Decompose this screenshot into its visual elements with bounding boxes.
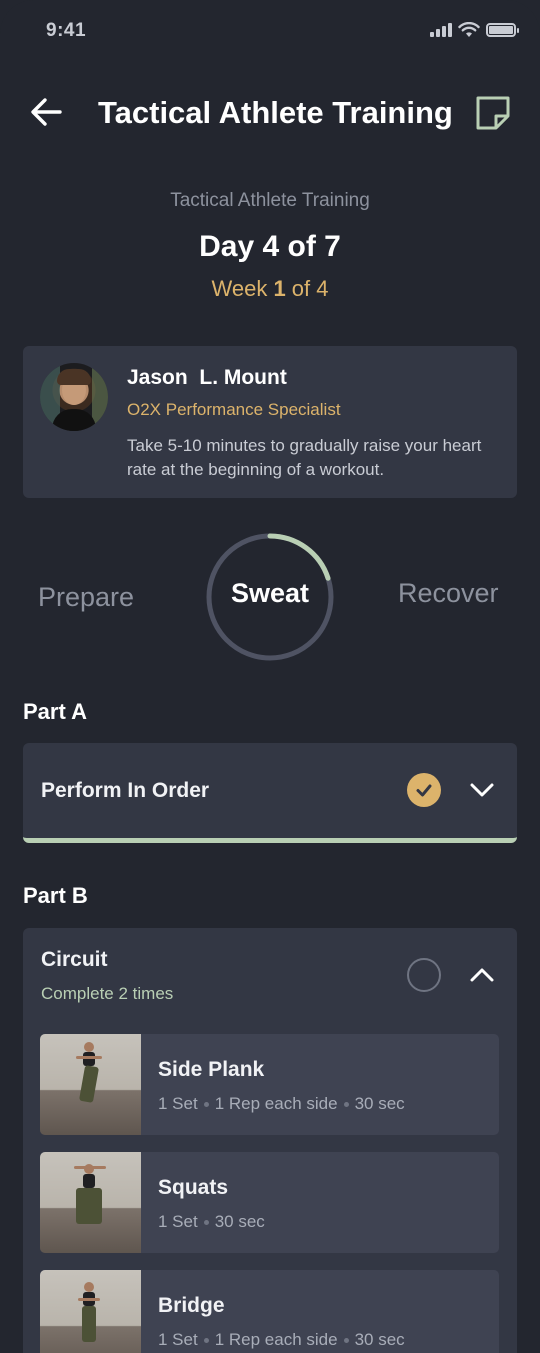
notes-button[interactable] xyxy=(474,94,512,132)
back-button[interactable] xyxy=(28,94,64,130)
circuit-block: Circuit Complete 2 times Side Plank 1 Se… xyxy=(23,928,517,1353)
coach-tip: Take 5-10 minutes to gradually raise you… xyxy=(127,436,482,479)
coach-role: O2X Performance Specialist xyxy=(127,400,341,419)
exercise-thumbnail xyxy=(40,1034,141,1135)
exercise-name: Squats xyxy=(158,1176,229,1199)
completed-check-icon xyxy=(407,773,441,807)
battery-icon xyxy=(486,23,519,37)
coach-avatar xyxy=(40,363,108,431)
part-a-heading: Part A xyxy=(23,699,87,724)
page-title: Tactical Athlete Training xyxy=(98,95,453,130)
block-subtitle: Complete 2 times xyxy=(41,984,174,1003)
week-suffix: of 4 xyxy=(285,276,329,301)
phase-sweat[interactable]: Sweat xyxy=(205,578,335,609)
exercise-item-squats[interactable]: Squats 1 Set 30 sec xyxy=(40,1152,499,1253)
week-prefix: Week xyxy=(211,276,274,301)
exercise-meta: 1 Set 30 sec xyxy=(158,1212,265,1231)
exercise-meta: 1 Set 1 Rep each side 30 sec xyxy=(158,1330,405,1349)
week-current: 1 xyxy=(273,276,286,301)
arrow-left-icon xyxy=(31,98,62,126)
block-title: Perform In Order xyxy=(41,779,210,802)
program-name: Tactical Athlete Training xyxy=(170,190,370,211)
phase-prepare[interactable]: Prepare xyxy=(38,582,134,613)
block-title: Circuit xyxy=(41,948,108,971)
coach-name: Jason L. Mount xyxy=(127,366,287,389)
coach-card: Jason L. Mount O2X Performance Specialis… xyxy=(23,346,517,498)
day-title: Day 4 of 7 xyxy=(199,230,341,263)
exercise-thumbnail xyxy=(40,1270,141,1353)
status-time: 9:41 xyxy=(46,20,87,41)
week-indicator: Week 1 of 4 xyxy=(0,276,540,302)
exercise-name: Bridge xyxy=(158,1294,225,1317)
exercise-name: Side Plank xyxy=(158,1058,265,1081)
chevron-down-icon[interactable] xyxy=(469,777,495,803)
status-icons xyxy=(430,22,519,38)
phase-recover[interactable]: Recover xyxy=(398,578,499,609)
perform-in-order-block[interactable]: Perform In Order xyxy=(23,743,517,843)
part-b-heading: Part B xyxy=(23,883,88,908)
exercise-meta: 1 Set 1 Rep each side 30 sec xyxy=(158,1094,405,1113)
exercise-item-side-plank[interactable]: Side Plank 1 Set 1 Rep each side 30 sec xyxy=(40,1034,499,1135)
app-screen: 9:41 Tactical Athlete Training Tactical … xyxy=(0,0,540,1353)
exercise-item-bridge[interactable]: Bridge 1 Set 1 Rep each side 30 sec xyxy=(40,1270,499,1353)
cellular-signal-icon xyxy=(430,23,452,37)
wifi-icon xyxy=(458,22,480,37)
chevron-up-icon[interactable] xyxy=(469,962,495,988)
incomplete-circle-icon[interactable] xyxy=(407,958,441,992)
exercise-thumbnail xyxy=(40,1152,141,1253)
sticky-note-icon xyxy=(476,96,510,130)
